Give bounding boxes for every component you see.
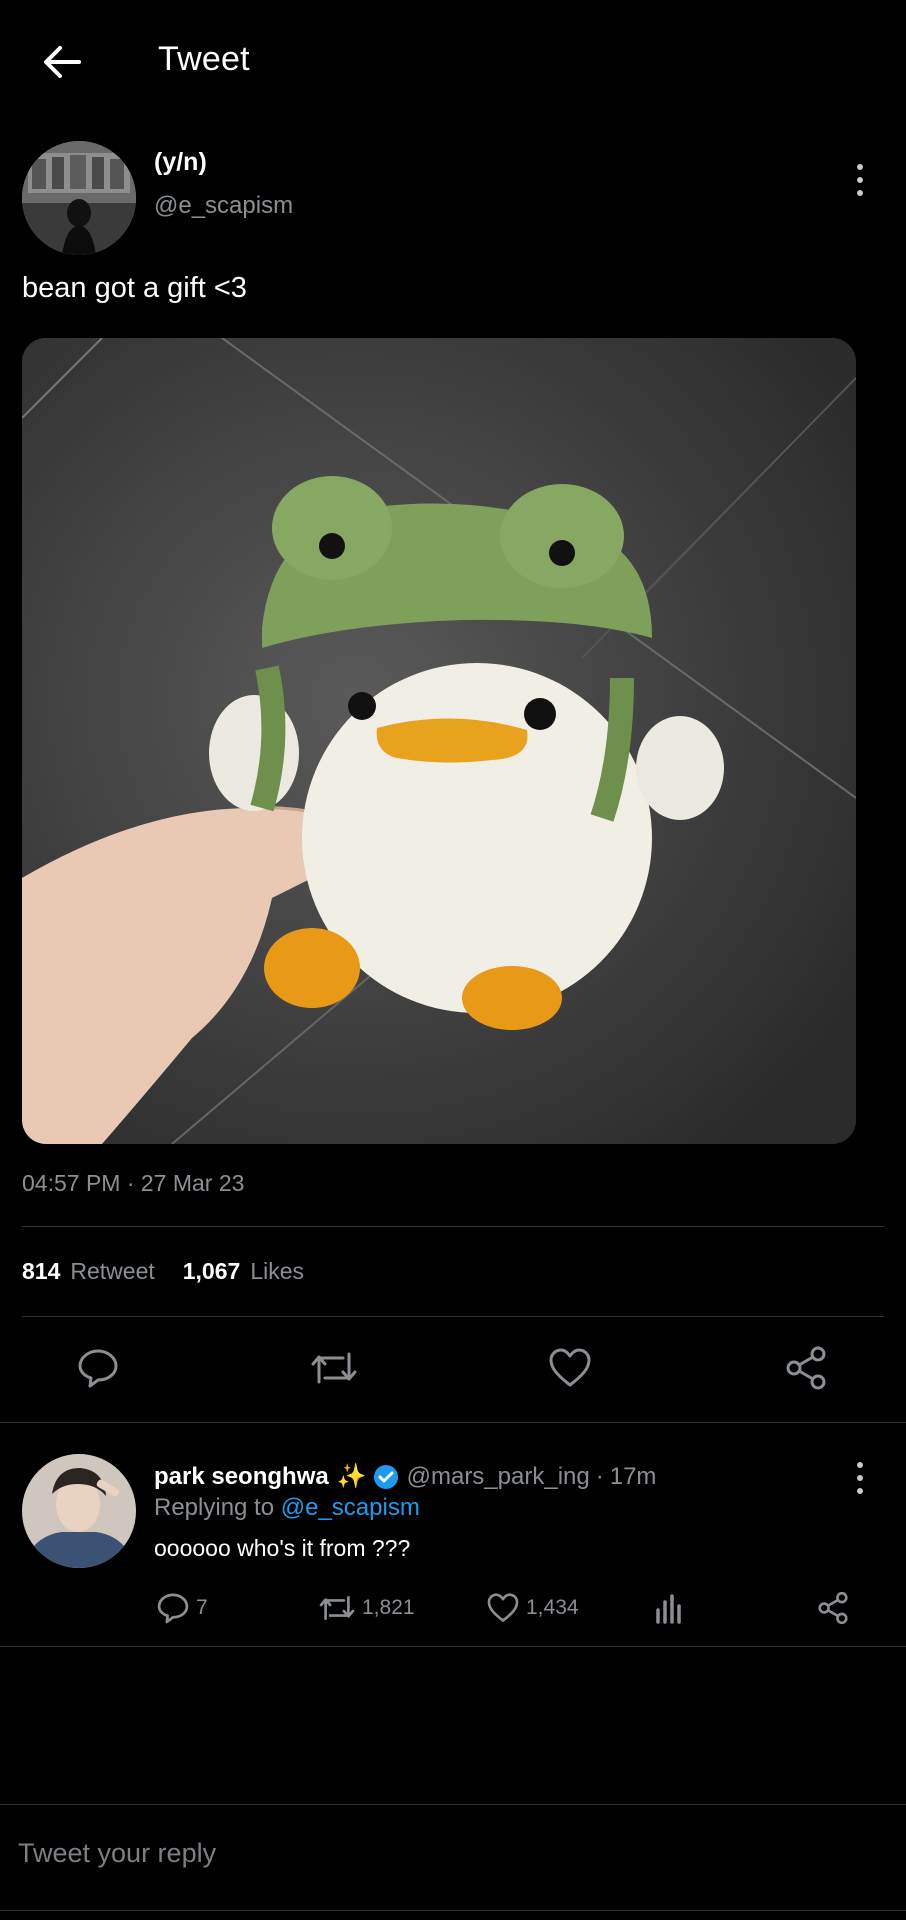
retweet-stat[interactable]: 814 Retweet [22, 1258, 155, 1285]
verified-badge-icon [373, 1464, 398, 1489]
page-title: Tweet [158, 40, 250, 78]
share-icon [818, 1591, 848, 1625]
tweet-stats: 814 Retweet 1,067 Likes [22, 1258, 304, 1285]
reply-header: park seonghwa ✨ @mars_park_ing · 17m [154, 1462, 656, 1491]
avatar[interactable] [22, 141, 136, 255]
likes-count: 1,067 [182, 1258, 241, 1284]
arrow-left-icon [44, 46, 81, 78]
dot-separator: · [595, 1462, 604, 1490]
divider [0, 1804, 906, 1805]
reply-text: oooooo who's it from ??? [154, 1535, 411, 1561]
reply-share-button[interactable] [816, 1588, 850, 1628]
photo-crochet-duck-icon [22, 338, 856, 1144]
reply-button[interactable] [70, 1340, 126, 1396]
likes-label: Likes [250, 1258, 305, 1284]
tweet-media-image[interactable] [22, 338, 856, 1144]
retweet-label: Retweet [70, 1258, 155, 1284]
replying-to-label: Replying to [154, 1494, 275, 1521]
retweet-count: 1,821 [362, 1596, 415, 1619]
back-button[interactable] [36, 38, 88, 86]
avatar-image [22, 1454, 136, 1568]
retweet-icon [319, 1596, 355, 1620]
reply-icon [157, 1593, 189, 1624]
share-button[interactable] [778, 1340, 834, 1396]
author-name[interactable]: (y/n) [154, 148, 207, 177]
analytics-button[interactable] [654, 1588, 684, 1628]
reply-like-button[interactable]: 1,434 [486, 1588, 579, 1628]
avatar-image [22, 141, 136, 255]
more-options-button[interactable] [848, 160, 872, 200]
like-button[interactable] [542, 1340, 598, 1396]
reply-author-name[interactable]: park seonghwa [154, 1463, 329, 1491]
reply-retweet-button[interactable]: 1,821 [318, 1588, 415, 1628]
reply-icon [78, 1349, 118, 1388]
retweet-icon [311, 1352, 357, 1384]
divider [22, 1316, 884, 1317]
tweet-text: bean got a gift <3 [22, 272, 247, 304]
reply-count: 7 [196, 1596, 208, 1619]
reply-avatar[interactable] [22, 1454, 136, 1568]
tweet-timestamp: 04:57 PM · 27 Mar 23 [22, 1170, 245, 1196]
reply-reply-button[interactable]: 7 [156, 1588, 208, 1628]
divider [0, 1646, 906, 1647]
replying-to-handle[interactable]: @e_scapism [281, 1494, 420, 1521]
retweet-count: 814 [22, 1258, 61, 1284]
reply-more-options-button[interactable] [848, 1458, 872, 1498]
retweet-button[interactable] [306, 1340, 362, 1396]
replying-to: Replying to @e_scapism [154, 1494, 420, 1522]
share-icon [786, 1346, 826, 1390]
reply-author-handle[interactable]: @mars_park_ing [407, 1463, 590, 1491]
likes-stat[interactable]: 1,067 Likes [183, 1258, 304, 1285]
heart-icon [549, 1348, 591, 1387]
author-handle[interactable]: @e_scapism [154, 192, 293, 220]
reply-input[interactable]: Tweet your reply [18, 1838, 216, 1869]
divider [0, 1910, 906, 1911]
heart-icon [487, 1593, 519, 1622]
top-bar: Tweet [0, 0, 906, 124]
divider [22, 1226, 884, 1227]
like-count: 1,434 [526, 1596, 579, 1619]
divider [0, 1422, 906, 1423]
sparkles-icon: ✨ [336, 1463, 367, 1490]
reply-time: 17m [609, 1462, 657, 1490]
analytics-icon [656, 1594, 681, 1624]
